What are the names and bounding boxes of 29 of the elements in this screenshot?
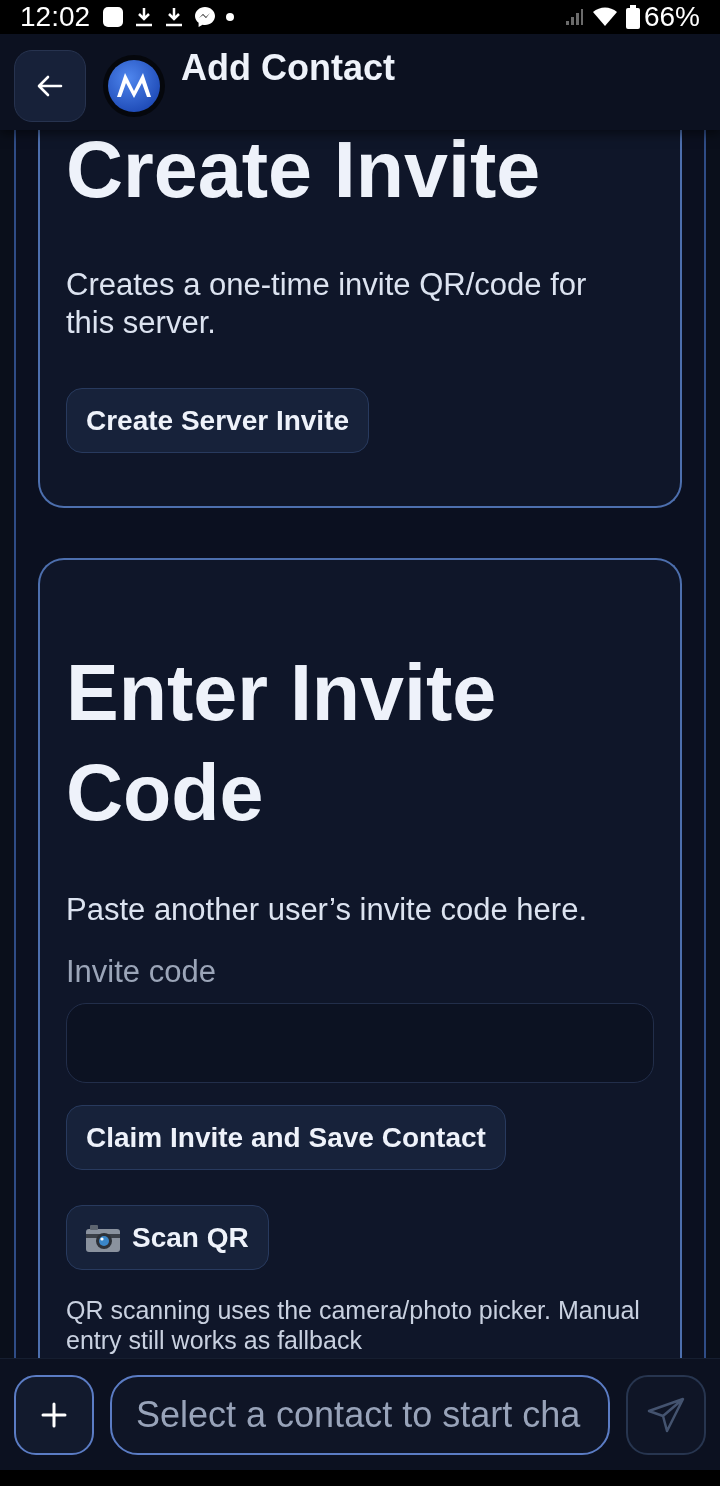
status-time: 12:02 [20,1,91,33]
dot-icon [226,13,235,21]
card-heading: Create Invite [66,131,542,209]
app-notification-icon [102,6,125,28]
back-arrow-icon [37,75,63,97]
send-icon [647,1396,685,1433]
scan-qr-button[interactable]: Scan QR [66,1205,269,1270]
logo-icon [103,55,165,117]
wifi-icon [591,7,618,27]
message-input[interactable]: Select a contact to start cha [110,1374,610,1455]
chat-bubble-icon [194,6,217,28]
battery-percent: 66% [643,1,700,33]
help-text: QR scanning uses the camera/photo picker. Manual entry still works as fallback [66,1295,641,1355]
plus-icon [41,1401,67,1428]
card-description: Paste another user’s invite code here. [66,891,588,929]
action-button[interactable]: Create Server Invite [66,388,370,453]
action-button[interactable]: Claim Invite and Save Contact [66,1105,506,1170]
camera-icon [86,1223,120,1252]
add-button[interactable] [14,1374,94,1455]
invite-code-label: Invite code [66,953,216,991]
card-heading: Enter Invite Code [66,647,498,839]
card-description: Creates a one-time invite QR/code for this server. [66,266,588,342]
download-icon [134,6,155,28]
invite-code-input[interactable] [66,1003,654,1083]
signal-icon [563,7,584,27]
download-icon [164,6,185,28]
page-title: Add Contact [181,46,395,90]
battery-icon [625,5,640,29]
back-button[interactable] [14,50,86,122]
